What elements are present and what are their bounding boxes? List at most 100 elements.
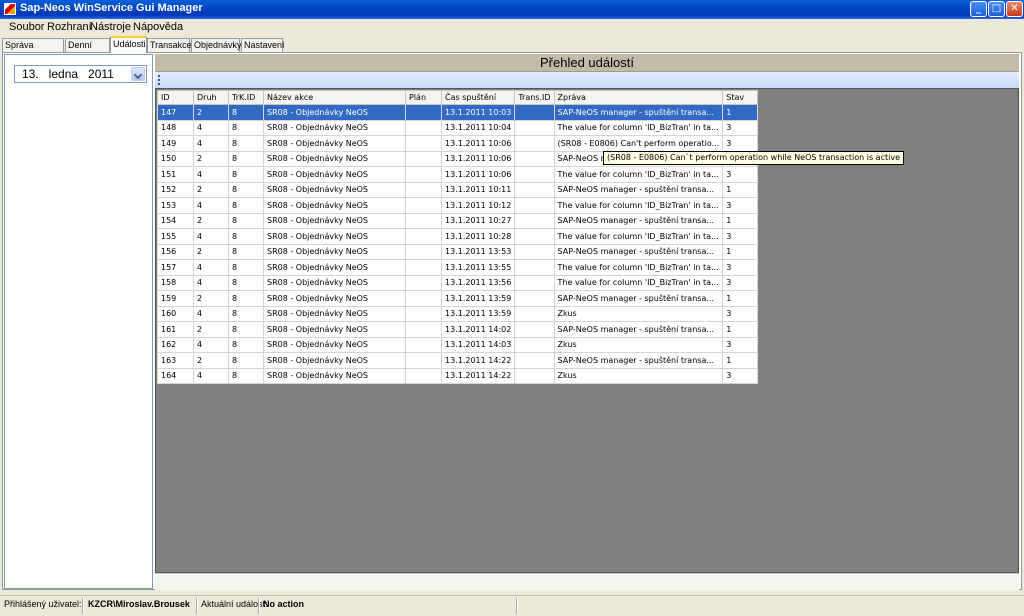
window-title: Sap-Neos WinService Gui Manager — [20, 2, 203, 14]
table-row[interactable]: 162 4 8 SR08 - Objednávky NeOS 13.1.2011 14:… — [157, 336, 759, 353]
status-separator — [516, 598, 518, 614]
table-cell — [514, 197, 555, 214]
table-cell: 13.1.2011 10:06 — [440, 135, 516, 152]
table-cell: The value for column 'ID_BizTran' in ta.… — [553, 228, 724, 245]
table-cell: (SR08 - E0806) Can't perform operatio... — [553, 135, 724, 152]
left-panel: 13. ledna 2011 — [4, 54, 153, 589]
column-header[interactable]: Stav — [722, 90, 759, 105]
table-cell: 3 — [722, 259, 759, 276]
table-cell — [514, 274, 555, 291]
table-cell: SR08 - Objednávky NeOS — [263, 150, 406, 167]
table-cell: 151 — [157, 166, 194, 183]
table-cell: 8 — [228, 321, 264, 338]
table-cell: 4 — [193, 274, 229, 291]
table-row[interactable]: 160 4 8 SR08 - Objednávky NeOS 13.1.2011 13:… — [157, 305, 759, 322]
close-icon[interactable]: ✕ — [1006, 1, 1023, 17]
column-header[interactable]: ID — [157, 90, 194, 105]
table-row[interactable]: 158 4 8 SR08 - Objednávky NeOS 13.1.2011 13:… — [157, 274, 759, 291]
table-cell: 13.1.2011 10:06 — [440, 150, 516, 167]
tab-sprava-rozhrani[interactable]: Správa rozhraní — [2, 38, 64, 63]
table-row[interactable]: 149 4 8 SR08 - Objednávky NeOS 13.1.2011 10:… — [157, 135, 759, 152]
table-cell — [405, 181, 442, 198]
grip-icon[interactable] — [158, 75, 160, 85]
column-header[interactable]: Název akce — [263, 90, 406, 105]
table-cell: SR08 - Objednávky NeOS — [263, 135, 406, 152]
table-cell: 4 — [193, 135, 229, 152]
table-row[interactable]: 157 4 8 SR08 - Objednávky NeOS 13.1.2011 13:… — [157, 259, 759, 276]
table-cell: 3 — [722, 166, 759, 183]
table-row[interactable]: 148 4 8 SR08 - Objednávky NeOS 13.1.2011 10:… — [157, 119, 759, 136]
table-cell: 13.1.2011 10:06 — [440, 166, 516, 183]
table-row[interactable]: 161 2 8 SR08 - Objednávky NeOS 13.1.2011 14:… — [157, 321, 759, 338]
table-cell: 13.1.2011 14:02 — [440, 321, 516, 338]
table-row[interactable]: 163 2 8 SR08 - Objednávky NeOS 13.1.2011 14:… — [157, 352, 759, 369]
table-cell: 8 — [228, 228, 264, 245]
column-header[interactable]: Plán — [405, 90, 442, 105]
table-cell: SAP-NeOS manager - spuštění transa... — [553, 352, 724, 369]
column-header[interactable]: Trans.ID — [514, 90, 555, 105]
menu-napoveda[interactable]: Nápověda — [133, 21, 183, 33]
column-header[interactable]: Zpráva — [553, 90, 724, 105]
table-row[interactable]: 147 2 8 SR08 - Objednávky NeOS 13.1.2011 10:… — [157, 104, 759, 121]
table-cell — [514, 150, 555, 167]
table-row[interactable]: 164 4 8 SR08 - Objednávky NeOS 13.1.2011 14:… — [157, 367, 759, 384]
status-separator — [82, 598, 84, 614]
table-cell: 164 — [157, 367, 194, 384]
table-cell: 4 — [193, 228, 229, 245]
table-cell: 150 — [157, 150, 194, 167]
minimize-icon[interactable]: _ — [970, 1, 987, 17]
tab-objednavky[interactable]: Objednávky — [191, 38, 242, 52]
table-cell: 8 — [228, 305, 264, 322]
table-cell — [514, 321, 555, 338]
table-cell: SAP-NeOS manager - spuštění transa... — [553, 321, 724, 338]
table-cell: 3 — [722, 274, 759, 291]
table-cell: 8 — [228, 104, 264, 121]
tab-transakce[interactable]: Transakce — [147, 38, 192, 52]
table-row[interactable]: 156 2 8 SR08 - Objednávky NeOS 13.1.2011 13:… — [157, 243, 759, 260]
table-cell: 13.1.2011 13:56 — [440, 274, 516, 291]
table-cell: 8 — [228, 119, 264, 136]
tab-udalosti[interactable]: Události — [110, 36, 147, 53]
column-header[interactable]: Čas spuštění — [440, 90, 516, 105]
table-row[interactable]: 159 2 8 SR08 - Objednávky NeOS 13.1.2011 13:… — [157, 290, 759, 307]
table-row[interactable]: 154 2 8 SR08 - Objednávky NeOS 13.1.2011 10:… — [157, 212, 759, 229]
table-row[interactable]: 155 4 8 SR08 - Objednávky NeOS 13.1.2011 10:… — [157, 228, 759, 245]
chevron-down-icon[interactable] — [131, 67, 145, 81]
status-separator — [196, 598, 198, 614]
table-cell: 3 — [722, 119, 759, 136]
table-cell: 8 — [228, 290, 264, 307]
table-cell — [514, 119, 555, 136]
menu-nastroje[interactable]: Nástroje — [90, 21, 131, 33]
table-cell: SAP-NeOS manager - spuštění transa... — [553, 181, 724, 198]
table-row[interactable]: 151 4 8 SR08 - Objednávky NeOS 13.1.2011 10:… — [157, 166, 759, 183]
date-picker[interactable]: 13. ledna 2011 — [14, 65, 147, 83]
table-cell: SR08 - Objednávky NeOS — [263, 181, 406, 198]
maximize-icon[interactable]: □ — [988, 1, 1005, 17]
table-cell: 149 — [157, 135, 194, 152]
table-cell — [405, 290, 442, 307]
table-cell: 155 — [157, 228, 194, 245]
table-cell — [514, 212, 555, 229]
table-cell: 13.1.2011 10:27 — [440, 212, 516, 229]
table-cell: 8 — [228, 212, 264, 229]
table-row[interactable]: 153 4 8 SR08 - Objednávky NeOS 13.1.2011 10:… — [157, 197, 759, 214]
table-cell: 4 — [193, 305, 229, 322]
column-header[interactable]: TrK.ID — [228, 90, 264, 105]
table-cell: 13.1.2011 13:53 — [440, 243, 516, 260]
table-cell: 161 — [157, 321, 194, 338]
horizontal-scrollbar[interactable] — [155, 573, 1019, 590]
tab-denni-plan[interactable]: Denní plán — [65, 38, 110, 63]
status-separator — [258, 598, 260, 614]
menu-rozhrani[interactable]: Rozhraní — [47, 21, 92, 33]
events-table[interactable]: ID Druh TrK.ID Název akce Plán Čas spuštění Tr… — [157, 90, 759, 384]
column-header[interactable]: Druh — [193, 90, 229, 105]
table-row[interactable]: 152 2 8 SR08 - Objednávky NeOS 13.1.2011 10:… — [157, 181, 759, 198]
menu-soubor[interactable]: Soubor — [9, 21, 44, 33]
table-cell: SR08 - Objednávky NeOS — [263, 228, 406, 245]
table-cell: 13.1.2011 14:22 — [440, 352, 516, 369]
tab-nastaveni[interactable]: Nastavení — [241, 38, 285, 52]
table-cell: 1 — [722, 181, 759, 198]
tooltip: (SR08 - E0806) Can`t perform operation w… — [603, 151, 904, 165]
table-cell: 13.1.2011 10:11 — [440, 181, 516, 198]
table-cell: SR08 - Objednávky NeOS — [263, 259, 406, 276]
